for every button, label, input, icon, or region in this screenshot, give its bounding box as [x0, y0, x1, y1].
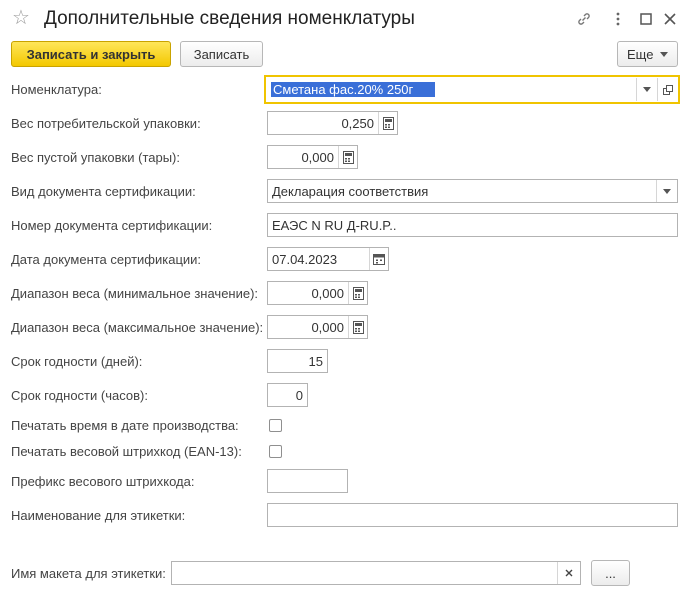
- label-name-label: Наименование для этикетки:: [11, 508, 186, 523]
- empty-pack-weight-value: 0,000: [301, 149, 334, 165]
- empty-pack-weight-field[interactable]: 0,000: [267, 145, 358, 169]
- consumer-pack-weight-field[interactable]: 0,250: [267, 111, 398, 135]
- cert-doc-date-label: Дата документа сертификации:: [11, 252, 202, 267]
- save-button[interactable]: Записать: [180, 41, 263, 67]
- maximize-icon[interactable]: [635, 8, 657, 30]
- browse-button[interactable]: ...: [591, 560, 630, 586]
- shelf-days-label: Срок годности (дней):: [11, 354, 143, 369]
- more-button[interactable]: Еще: [617, 41, 678, 67]
- more-button-label: Еще: [627, 46, 654, 62]
- weight-max-field[interactable]: 0,000: [267, 315, 368, 339]
- cert-doc-number-label: Номер документа сертификации:: [11, 218, 213, 233]
- barcode-prefix-label: Префикс весового штрихкода:: [11, 474, 195, 489]
- nomenclature-field[interactable]: Сметана фас.20% 250г: [264, 75, 680, 104]
- weight-min-label: Диапазон веса (минимальное значение):: [11, 286, 259, 301]
- consumer-pack-weight-value: 0,250: [341, 115, 374, 131]
- cert-doc-number-value: ЕАЭС N RU Д-RU.P..: [272, 217, 397, 233]
- page-title: Дополнительные сведения номенклатуры: [44, 8, 415, 29]
- barcode-prefix-field[interactable]: [267, 469, 348, 493]
- cert-doc-type-select[interactable]: Декларация соответствия: [267, 179, 678, 203]
- clear-icon[interactable]: [557, 562, 580, 584]
- print-weight-barcode-checkbox[interactable]: [269, 445, 282, 458]
- print-time-checkbox[interactable]: [269, 419, 282, 432]
- cert-doc-type-label: Вид документа сертификации:: [11, 184, 196, 199]
- nomenclature-label: Номенклатура:: [11, 82, 102, 97]
- dropdown-arrow-icon[interactable]: [636, 78, 657, 101]
- dropdown-arrow-icon[interactable]: [656, 180, 677, 202]
- calculator-icon[interactable]: [348, 316, 367, 338]
- print-weight-barcode-label: Печатать весовой штрихкод (EAN-13):: [11, 444, 242, 459]
- weight-min-field[interactable]: 0,000: [267, 281, 368, 305]
- shelf-days-field[interactable]: 15: [267, 349, 328, 373]
- cert-doc-date-field[interactable]: 07.04.2023: [267, 247, 389, 271]
- calculator-icon[interactable]: [348, 282, 367, 304]
- calculator-icon[interactable]: [338, 146, 357, 168]
- link-icon[interactable]: [573, 8, 595, 30]
- label-template-label: Имя макета для этикетки:: [11, 566, 166, 581]
- shelf-hours-value: 0: [295, 387, 303, 403]
- open-icon[interactable]: [657, 78, 678, 101]
- shelf-days-value: 15: [308, 353, 323, 369]
- save-and-close-button[interactable]: Записать и закрыть: [11, 41, 171, 67]
- cert-doc-number-field[interactable]: ЕАЭС N RU Д-RU.P..: [267, 213, 678, 237]
- calendar-icon[interactable]: [369, 248, 388, 270]
- weight-max-label: Диапазон веса (максимальное значение):: [11, 320, 264, 335]
- shelf-hours-field[interactable]: 0: [267, 383, 308, 407]
- label-name-field[interactable]: [267, 503, 678, 527]
- shelf-hours-label: Срок годности (часов):: [11, 388, 148, 403]
- empty-pack-weight-label: Вес пустой упаковки (тары):: [11, 150, 180, 165]
- calculator-icon[interactable]: [378, 112, 397, 134]
- cert-doc-date-value: 07.04.2023: [272, 251, 338, 267]
- print-time-label: Печатать время в дате производства:: [11, 418, 239, 433]
- cert-doc-type-value: Декларация соответствия: [272, 183, 429, 199]
- favorite-star-icon[interactable]: ☆: [12, 6, 30, 30]
- consumer-pack-weight-label: Вес потребительской упаковки:: [11, 116, 201, 131]
- nomenclature-value: Сметана фас.20% 250г: [271, 82, 416, 97]
- more-vertical-icon[interactable]: [607, 8, 629, 30]
- label-template-field[interactable]: [171, 561, 581, 585]
- close-icon[interactable]: [659, 8, 681, 30]
- weight-min-value: 0,000: [311, 285, 344, 301]
- weight-max-value: 0,000: [311, 319, 344, 335]
- chevron-down-icon: [660, 51, 669, 57]
